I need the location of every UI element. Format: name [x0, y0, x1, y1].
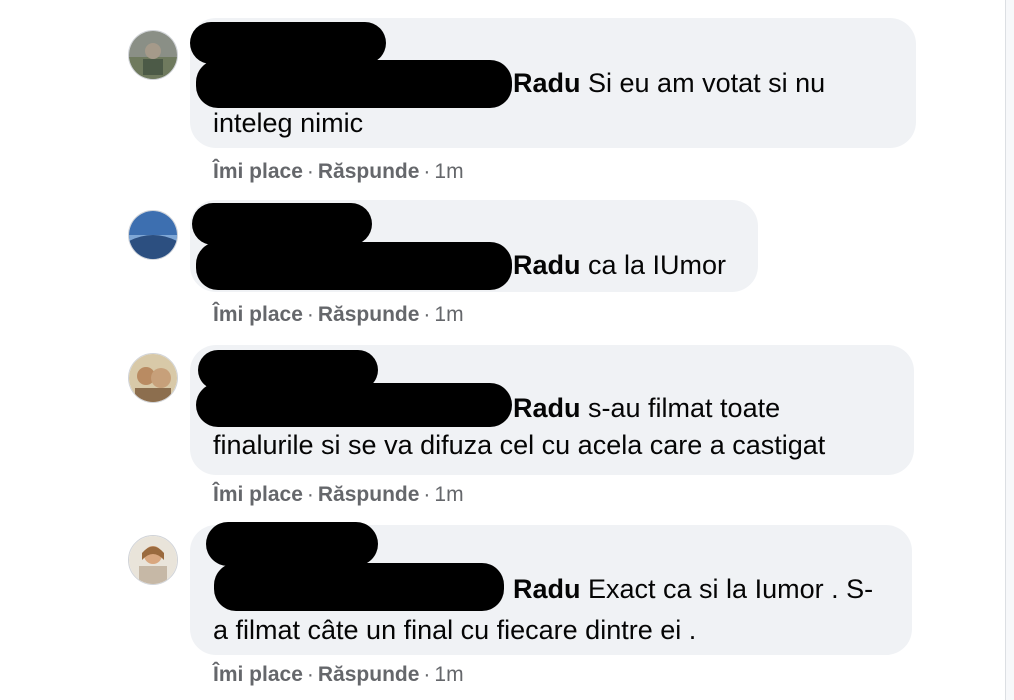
timestamp[interactable]: 1m: [434, 663, 463, 686]
mention-name[interactable]: Radu: [513, 574, 581, 604]
redacted-mention: [196, 383, 512, 427]
like-button[interactable]: Îmi place: [213, 663, 303, 686]
comment-actions: Îmi place · Răspunde · 1m: [213, 303, 464, 326]
avatar[interactable]: [128, 210, 178, 260]
avatar[interactable]: [128, 535, 178, 585]
comment-text-line: Radu Si eu am votat si nu: [513, 65, 825, 102]
reply-button[interactable]: Răspunde: [318, 160, 420, 183]
comment-text: Exact ca si la Iumor . S-: [588, 574, 874, 604]
comment-text: s-au filmat toate: [588, 393, 781, 423]
like-button[interactable]: Îmi place: [213, 483, 303, 506]
redacted-mention: [196, 242, 512, 290]
like-button[interactable]: Îmi place: [213, 160, 303, 183]
comment-text-line: inteleg nimic: [213, 108, 364, 138]
comment-actions: Îmi place · Răspunde · 1m: [213, 160, 464, 183]
comment-text-line: Radu ca la IUmor: [513, 247, 726, 284]
redacted-author-name: [192, 203, 372, 245]
like-button[interactable]: Îmi place: [213, 303, 303, 326]
timestamp[interactable]: 1m: [434, 160, 463, 183]
avatar[interactable]: [128, 30, 178, 80]
mention-name[interactable]: Radu: [513, 68, 581, 98]
comment-text-line: Radu Exact ca si la Iumor . S-: [513, 571, 873, 608]
timestamp[interactable]: 1m: [434, 483, 463, 506]
redacted-author-name: [190, 22, 386, 64]
reply-button[interactable]: Răspunde: [318, 303, 420, 326]
comment-actions: Îmi place · Răspunde · 1m: [213, 663, 464, 686]
avatar[interactable]: [128, 353, 178, 403]
mention-name[interactable]: Radu: [513, 393, 581, 423]
comment-text-line: a filmat câte un final cu fiecare dintre…: [213, 615, 697, 645]
redacted-author-name: [206, 522, 378, 566]
comment-text-line: finalurile si se va difuza cel cu acela …: [213, 430, 826, 460]
timestamp[interactable]: 1m: [434, 303, 463, 326]
mention-name[interactable]: Radu: [513, 250, 581, 280]
redacted-mention: [214, 563, 504, 611]
reply-button[interactable]: Răspunde: [318, 483, 420, 506]
comment-text-line: Radu s-au filmat toate: [513, 390, 780, 427]
window-right-edge: [1005, 0, 1014, 700]
redacted-mention: [196, 60, 512, 108]
comment-actions: Îmi place · Răspunde · 1m: [213, 483, 464, 506]
reply-button[interactable]: Răspunde: [318, 663, 420, 686]
comment-text: Si eu am votat si nu: [588, 68, 826, 98]
comment-text: ca la IUmor: [588, 250, 727, 280]
